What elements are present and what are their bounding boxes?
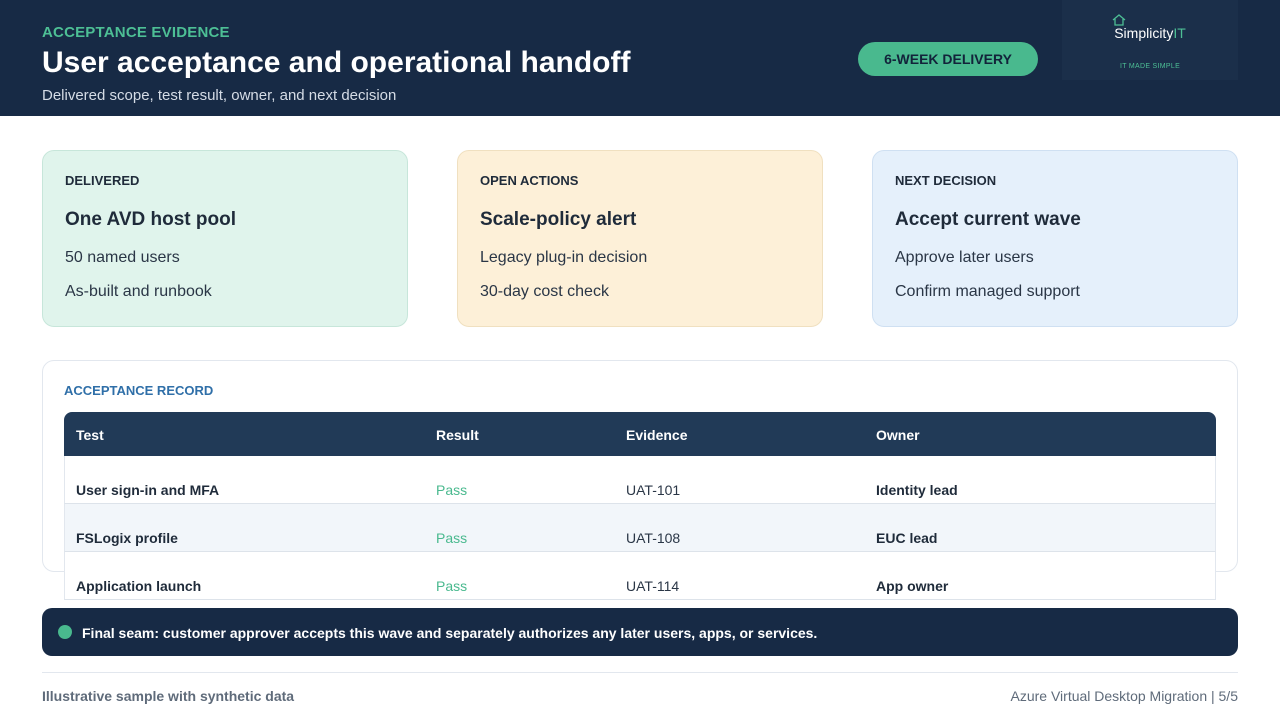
card-headline: One AVD host pool: [65, 209, 236, 230]
final-seam-banner: Final seam: customer approver accepts th…: [42, 608, 1238, 656]
cell-result: Pass: [436, 482, 468, 498]
card-label: OPEN ACTIONS: [480, 173, 579, 188]
cell-owner: App owner: [876, 578, 949, 594]
footer-disclaimer: Illustrative sample with synthetic data: [42, 688, 295, 704]
open-actions-card: OPEN ACTIONS Scale-policy alert Legacy p…: [457, 150, 823, 327]
logo-tagline: IT MADE SIMPLE: [1119, 63, 1181, 70]
acceptance-record-label: ACCEPTANCE RECORD: [64, 383, 214, 398]
logo-wordmark: SimplicityIT: [1062, 25, 1238, 41]
card-line: 50 named users: [65, 249, 180, 266]
cell-test: User sign-in and MFA: [76, 482, 220, 498]
company-logo: SimplicityIT IT MADE SIMPLE: [1062, 0, 1238, 80]
footer-divider: [42, 672, 1238, 673]
card-line: 30-day cost check: [480, 283, 609, 300]
delivery-badge: 6-WEEK DELIVERY: [858, 42, 1038, 76]
delivered-card: DELIVERED One AVD host pool 50 named use…: [42, 150, 408, 327]
cell-evidence: UAT-101: [626, 482, 681, 498]
page-title: User acceptance and operational handoff: [42, 46, 631, 79]
logo-word-main: Simplicity: [1114, 25, 1174, 41]
status-dot-icon: [58, 625, 72, 639]
cell-test: FSLogix profile: [76, 530, 178, 546]
card-line: As-built and runbook: [65, 283, 212, 300]
cell-owner: EUC lead: [876, 530, 938, 546]
card-line: Approve later users: [895, 249, 1034, 266]
cell-result: Pass: [436, 578, 468, 594]
column-header-result: Result: [436, 427, 479, 443]
eyebrow-label: ACCEPTANCE EVIDENCE: [42, 24, 230, 41]
column-header-owner: Owner: [876, 427, 920, 443]
card-line: Legacy plug-in decision: [480, 249, 648, 266]
card-label: DELIVERED: [65, 173, 140, 188]
column-header-test: Test: [76, 427, 104, 443]
final-seam-text: Final seam: customer approver accepts th…: [82, 625, 818, 641]
card-line: Confirm managed support: [895, 283, 1080, 300]
table-header: Test Result Evidence Owner: [64, 412, 1216, 456]
footer-page-info: Azure Virtual Desktop Migration | 5/5: [1010, 688, 1239, 704]
table-row: FSLogix profile Pass UAT-108 EUC lead: [64, 504, 1216, 552]
slide-header: ACCEPTANCE EVIDENCE User acceptance and …: [0, 0, 1280, 116]
cell-evidence: UAT-108: [626, 530, 681, 546]
card-label: NEXT DECISION: [895, 173, 997, 188]
card-headline: Scale-policy alert: [480, 209, 637, 230]
table-row: Application launch Pass UAT-114 App owne…: [64, 552, 1216, 600]
cell-result: Pass: [436, 530, 468, 546]
column-header-evidence: Evidence: [626, 427, 688, 443]
page-subtitle: Delivered scope, test result, owner, and…: [42, 87, 397, 104]
cell-evidence: UAT-114: [626, 578, 680, 594]
cell-test: Application launch: [76, 578, 202, 594]
cell-owner: Identity lead: [876, 482, 958, 498]
card-headline: Accept current wave: [895, 209, 1081, 230]
table-row: User sign-in and MFA Pass UAT-101 Identi…: [64, 456, 1216, 504]
next-decision-card: NEXT DECISION Accept current wave Approv…: [872, 150, 1238, 327]
logo-word-accent: IT: [1173, 25, 1186, 41]
